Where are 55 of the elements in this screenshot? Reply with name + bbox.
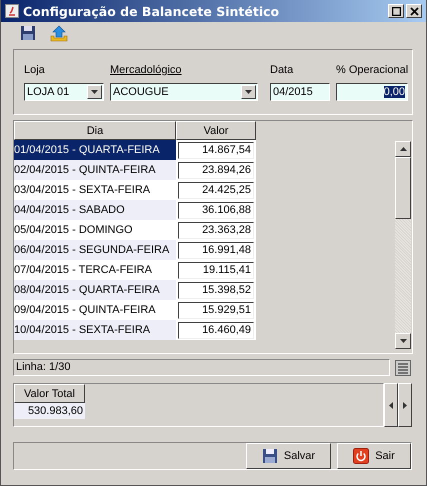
save-icon: [262, 448, 278, 464]
table-cell[interactable]: 24.425,25: [178, 182, 254, 198]
right-arrow-icon: [403, 402, 407, 408]
table-cell[interactable]: 02/04/2015 - QUINTA-FEIRA: [14, 160, 176, 180]
field-label: % Operacional: [336, 64, 408, 76]
table-cell[interactable]: 01/04/2015 - QUARTA-FEIRA: [14, 140, 176, 160]
table-cell[interactable]: 07/04/2015 - TERCA-FEIRA: [14, 260, 176, 280]
maximize-button[interactable]: [388, 4, 404, 18]
power-icon: [353, 448, 370, 464]
close-icon: [410, 6, 418, 16]
scroll-right-button[interactable]: [398, 383, 412, 427]
table-cell[interactable]: 23.363,28: [178, 222, 254, 238]
date-field[interactable]: 04/2015: [270, 83, 330, 101]
save-button[interactable]: Salvar: [246, 443, 331, 469]
table-cell[interactable]: 19.115,41: [178, 262, 254, 278]
table-cell[interactable]: 03/04/2015 - SEXTA-FEIRA: [14, 180, 176, 200]
table-cell[interactable]: 10/04/2015 - SEXTA-FEIRA: [14, 320, 176, 340]
scroll-left-button[interactable]: [384, 383, 398, 427]
column-header[interactable]: Dia: [14, 121, 176, 140]
category-dropdown[interactable]: ACOUGUE: [110, 83, 258, 101]
table-cell[interactable]: 05/04/2015 - DOMINGO: [14, 220, 176, 240]
column-header: Valor Total: [14, 384, 85, 403]
caret-icon: [91, 90, 98, 94]
caret-icon: [245, 90, 252, 94]
table-cell[interactable]: 06/04/2015 - SEGUNDA-FEIRA: [14, 240, 176, 260]
column-header[interactable]: Valor: [176, 121, 256, 140]
table-cell[interactable]: 09/04/2015 - QUINTA-FEIRA: [14, 300, 176, 320]
field-label: Mercadológico: [110, 64, 183, 76]
field-label: Data: [270, 64, 294, 76]
close-button[interactable]: [406, 4, 422, 18]
exit-button[interactable]: Sair: [337, 443, 411, 469]
maximize-icon: [392, 6, 400, 16]
table-cell[interactable]: 36.106,88: [178, 202, 254, 218]
down-arrow-icon[interactable]: [400, 339, 406, 343]
vertical-scrollbar[interactable]: [395, 141, 411, 349]
status-text: Linha: 1/30: [13, 359, 390, 376]
table-cell[interactable]: 14.867,54: [178, 142, 254, 158]
store-dropdown[interactable]: LOJA 01: [24, 83, 104, 101]
upload-icon[interactable]: [50, 24, 68, 42]
up-arrow-icon[interactable]: [400, 147, 406, 151]
app-icon: [5, 4, 19, 18]
table-cell: 530.983,60: [14, 403, 85, 419]
field-label: Loja: [24, 64, 46, 76]
table-cell[interactable]: 23.894,26: [178, 162, 254, 178]
table-cell[interactable]: 15.929,51: [178, 302, 254, 318]
window-title: Configuração de Balancete Sintético: [23, 4, 280, 18]
list-icon[interactable]: [395, 360, 411, 376]
table-cell[interactable]: 08/04/2015 - QUARTA-FEIRA: [14, 280, 176, 300]
table-cell[interactable]: 15.398,52: [178, 282, 254, 298]
table-cell[interactable]: 04/04/2015 - SABADO: [14, 200, 176, 220]
table-cell[interactable]: 16.991,48: [178, 242, 254, 258]
table-cell[interactable]: 16.460,49: [178, 322, 254, 338]
save-icon[interactable]: [20, 25, 36, 41]
left-arrow-icon: [389, 402, 393, 408]
percent-field[interactable]: 0,00: [336, 83, 408, 101]
